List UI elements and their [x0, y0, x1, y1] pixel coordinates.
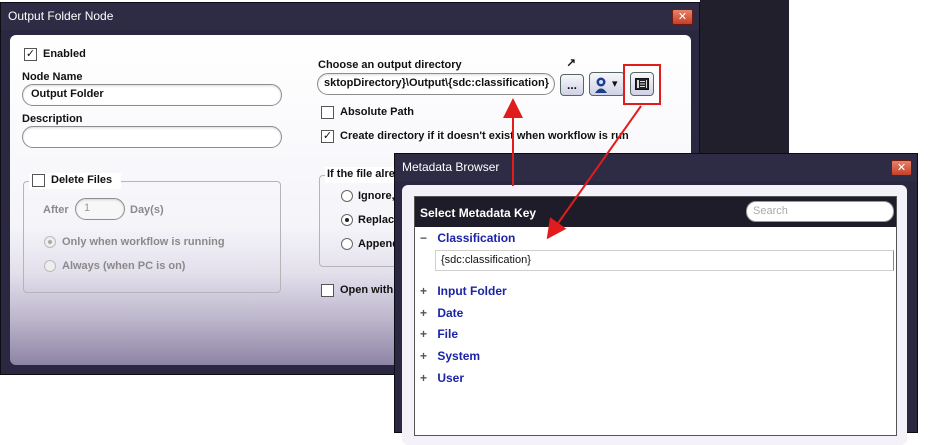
tree-node-file[interactable]: + File	[420, 327, 458, 347]
delete-files-checkbox[interactable]	[32, 174, 45, 187]
expand-icon: +	[420, 327, 428, 341]
append-radio[interactable]	[341, 238, 353, 250]
metadata-list-title: Select Metadata Key	[420, 206, 537, 220]
choose-directory-label: Choose an output directory	[318, 59, 462, 71]
description-label: Description	[22, 113, 83, 125]
metadata-search-input[interactable]: Search	[746, 201, 894, 222]
metadata-close-button[interactable]: ✕	[891, 160, 912, 176]
create-directory-label: Create directory if it doesn't exist whe…	[340, 130, 629, 142]
close-button[interactable]: ✕	[672, 9, 693, 25]
days-label: Day(s)	[130, 204, 164, 216]
tree-node-classification[interactable]: − Classification	[420, 231, 515, 251]
tree-node-label: System	[437, 349, 481, 363]
metadata-user-icon	[595, 77, 607, 93]
open-with-checkbox[interactable]	[321, 284, 334, 297]
checkmark-icon: ✓	[322, 130, 333, 142]
close-icon: ✕	[677, 11, 688, 23]
replace-radio[interactable]	[341, 214, 353, 226]
always-label: Always (when PC is on)	[62, 260, 186, 272]
tree-node-label: Input Folder	[437, 284, 507, 298]
after-label: After	[43, 204, 69, 216]
metadata-dropdown-button[interactable]: ▾	[589, 72, 625, 96]
enabled-checkbox[interactable]: ✓	[24, 48, 37, 61]
chevron-down-icon: ▾	[612, 78, 618, 90]
tree-node-label: Classification	[437, 231, 516, 245]
open-with-label: Open with	[340, 284, 394, 296]
file-exists-label: If the file alre	[327, 168, 395, 180]
window-title: Output Folder Node	[8, 9, 114, 23]
expand-icon: +	[420, 371, 428, 385]
expand-icon: +	[420, 284, 428, 298]
pointer-arrow-icon: ↗	[566, 56, 577, 70]
node-name-field[interactable]: Output Folder	[22, 84, 282, 106]
absolute-path-checkbox[interactable]	[321, 106, 334, 119]
metadata-list-header: Select Metadata Key Search	[415, 197, 896, 227]
collapse-icon: −	[420, 231, 428, 245]
tree-node-label: Date	[437, 306, 464, 320]
expand-icon: +	[420, 349, 428, 363]
close-icon: ✕	[896, 162, 907, 174]
tree-node-date[interactable]: + Date	[420, 306, 463, 326]
metadata-browser-window: Metadata Browser ✕ Select Metadata Key S…	[394, 153, 918, 445]
ignore-label: Ignore,	[358, 190, 395, 202]
annotation-highlight-box	[623, 64, 661, 105]
node-name-label: Node Name	[22, 71, 83, 83]
metadata-title-bar: Metadata Browser ✕	[395, 154, 917, 181]
description-field[interactable]	[22, 126, 282, 148]
only-running-radio[interactable]	[44, 236, 56, 248]
absolute-path-label: Absolute Path	[340, 106, 414, 118]
tree-node-label: User	[437, 371, 465, 385]
ignore-radio[interactable]	[341, 190, 353, 202]
output-directory-field[interactable]: sktopDirectory}\Output\{sdc:classificati…	[317, 73, 555, 95]
metadata-window-title: Metadata Browser	[402, 160, 500, 174]
after-days-field[interactable]: 1	[75, 198, 125, 220]
title-bar: Output Folder Node ✕	[1, 3, 699, 30]
always-radio[interactable]	[44, 260, 56, 272]
tree-node-input-folder[interactable]: + Input Folder	[420, 284, 507, 304]
create-directory-checkbox[interactable]: ✓	[321, 130, 334, 143]
enabled-label: Enabled	[43, 48, 86, 60]
only-running-label: Only when workflow is running	[62, 236, 225, 248]
tree-node-label: File	[437, 327, 459, 341]
tree-node-system[interactable]: + System	[420, 349, 480, 369]
metadata-key-list: Select Metadata Key Search − Classificat…	[414, 196, 897, 436]
tree-node-user[interactable]: + User	[420, 371, 464, 391]
browse-label: ...	[566, 78, 577, 92]
browse-button[interactable]: ...	[560, 74, 584, 96]
delete-files-label: Delete Files	[51, 174, 113, 186]
expand-icon: +	[420, 306, 428, 320]
checkmark-icon: ✓	[25, 48, 36, 60]
append-label: Append	[358, 238, 399, 250]
metadata-key-classification[interactable]: {sdc:classification}	[435, 250, 894, 271]
